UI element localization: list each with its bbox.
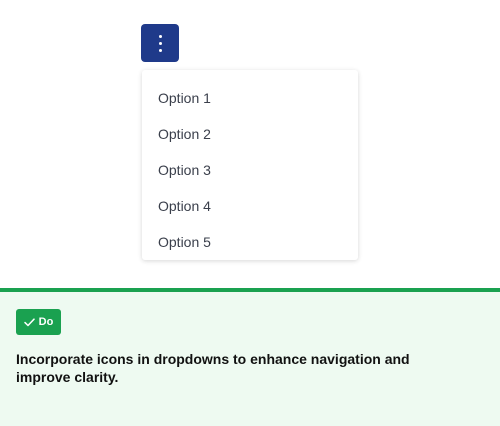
dropdown-item-option-5[interactable]: Option 5 [142, 224, 358, 260]
guideline-text: Incorporate icons in dropdowns to enhanc… [16, 351, 410, 385]
dropdown-item-option-4[interactable]: Option 4 [142, 188, 358, 224]
dropdown-item-option-3[interactable]: Option 3 [142, 152, 358, 188]
check-icon [23, 317, 35, 326]
do-badge-label: Do [38, 316, 54, 328]
more-vertical-icon [158, 34, 162, 52]
do-badge: Do [16, 309, 61, 335]
dropdown-menu: Option 1 Option 2 Option 3 Option 4 Opti… [142, 70, 358, 260]
dropdown-item-option-2[interactable]: Option 2 [142, 116, 358, 152]
do-guideline-panel: Do Incorporate icons in dropdowns to enh… [0, 288, 500, 426]
example-preview: Option 1 Option 2 Option 3 Option 4 Opti… [0, 0, 500, 288]
dropdown-item-option-1[interactable]: Option 1 [142, 80, 358, 116]
more-options-button[interactable] [141, 24, 179, 62]
